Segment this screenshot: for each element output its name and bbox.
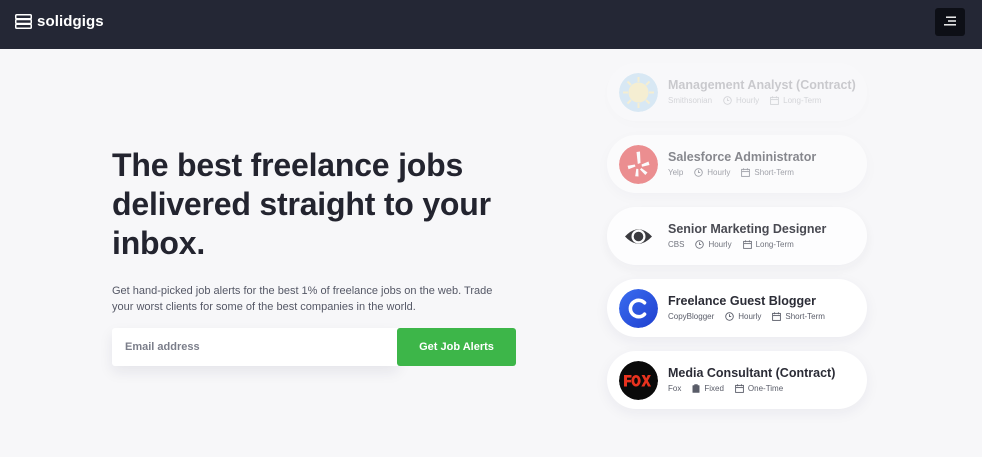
calendar-icon: [742, 240, 752, 249]
pay-type: Fixed: [704, 384, 724, 393]
company-name: Smithsonian: [668, 96, 713, 105]
calendar-icon: [770, 96, 780, 105]
clock-icon: [694, 168, 704, 177]
job-meta: CopyBlogger Hourly Short-Term: [668, 312, 836, 321]
solidgigs-logo-icon: [15, 14, 32, 29]
get-job-alerts-button[interactable]: Get Job Alerts: [397, 328, 516, 366]
calendar-icon: [735, 384, 744, 393]
email-field[interactable]: [112, 328, 398, 366]
job-meta: CBS Hourly Long-Term: [668, 240, 805, 249]
pay-type: Hourly: [738, 312, 762, 321]
menu-button[interactable]: [935, 8, 965, 36]
job-title: Management Analyst (Contract): [668, 78, 856, 92]
job-duration: Short-Term: [754, 168, 794, 177]
job-card[interactable]: Management Analyst (Contract) Smithsonia…: [607, 63, 867, 121]
company-name: CBS: [668, 240, 685, 249]
job-duration: Short-Term: [785, 312, 825, 321]
company-name: CopyBlogger: [668, 312, 715, 321]
menu-icon: [944, 13, 956, 31]
job-card[interactable]: Salesforce Administrator Yelp Hourly Sho…: [607, 135, 867, 193]
job-title: Freelance Guest Blogger: [668, 294, 816, 308]
calendar-icon: [772, 312, 782, 321]
job-meta: Fox Fixed One-Time: [668, 384, 794, 393]
job-title: Salesforce Administrator: [668, 150, 817, 164]
calendar-icon: [741, 168, 751, 177]
job-duration: Long-Term: [783, 96, 822, 105]
pay-type: Hourly: [707, 168, 731, 177]
cbs-logo: [619, 217, 658, 256]
job-title: Media Consultant (Contract): [668, 366, 836, 380]
company-name: Fox: [668, 384, 682, 393]
top-navigation-bar: solidgigs: [0, 0, 982, 49]
hero-subtext: Get hand-picked job alerts for the best …: [112, 285, 493, 313]
job-meta: Yelp Hourly Short-Term: [668, 168, 805, 177]
brand-name: solidgigs: [37, 13, 104, 30]
fox-logo: [619, 361, 658, 400]
clock-icon: [723, 96, 732, 105]
job-duration: One-Time: [747, 384, 784, 393]
hero-headline: The best freelance jobs delivered straig…: [112, 147, 491, 261]
clock-icon: [725, 312, 734, 321]
email-field-container: [112, 328, 398, 366]
job-meta: Smithsonian Hourly Long-Term: [668, 96, 832, 105]
company-name: Yelp: [668, 168, 684, 177]
yelp-logo: [619, 145, 658, 184]
pay-type: Hourly: [736, 96, 760, 105]
clipboard-icon: [692, 384, 700, 393]
job-title: Senior Marketing Designer: [668, 222, 827, 236]
job-card[interactable]: Media Consultant (Contract) Fox Fixed On…: [607, 351, 867, 409]
job-card[interactable]: Freelance Guest Blogger CopyBlogger Hour…: [607, 279, 867, 337]
job-duration: Long-Term: [755, 240, 794, 249]
clock-icon: [695, 240, 705, 249]
job-card[interactable]: Senior Marketing Designer CBS Hourly Lon…: [607, 207, 867, 265]
pay-type: Hourly: [708, 240, 732, 249]
smithsonian-logo: [619, 73, 658, 112]
copyblogger-logo: [619, 289, 658, 328]
brand-logo[interactable]: solidgigs: [15, 13, 104, 30]
